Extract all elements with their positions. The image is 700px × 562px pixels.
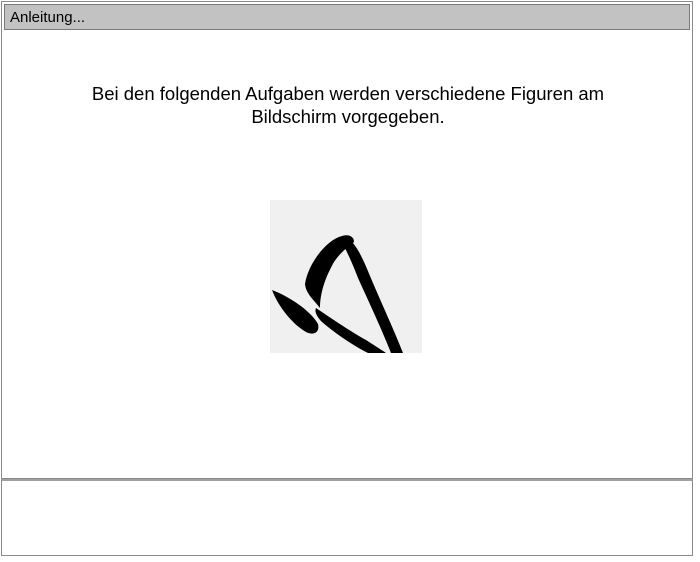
instruction-line-2: Bildschirm vorgegeben. [251, 106, 445, 127]
stroke-figure-icon [272, 235, 403, 353]
window-titlebar: Anleitung... [4, 4, 690, 30]
instruction-line-1: Bei den folgenden Aufgaben werden versch… [91, 83, 605, 104]
figure-panel [270, 200, 422, 353]
window-title: Anleitung... [10, 9, 86, 26]
instruction-text: Bei den folgenden Aufgaben werden versch… [22, 82, 674, 128]
bottom-panel [1, 479, 693, 556]
